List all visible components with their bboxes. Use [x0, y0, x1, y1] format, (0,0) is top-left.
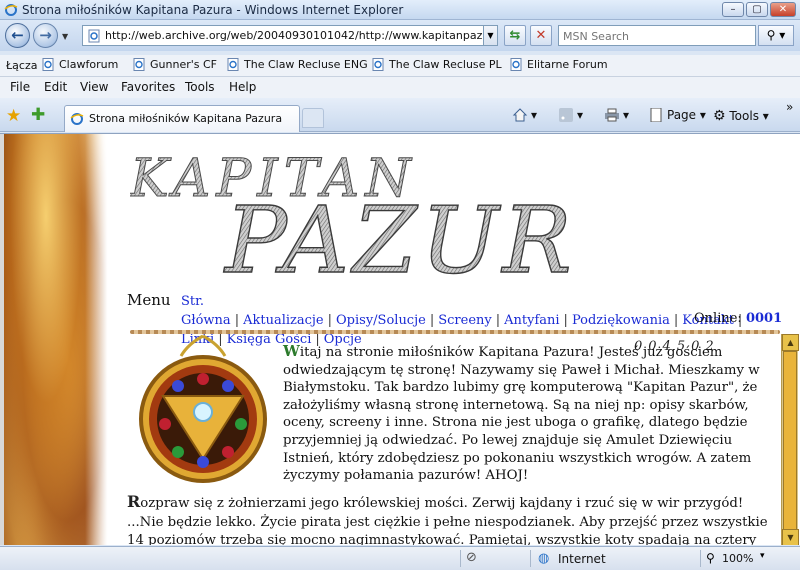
- scroll-up-icon[interactable]: ▲: [782, 334, 799, 351]
- link-claw-recluse-pl[interactable]: The Claw Recluse PL: [372, 58, 502, 75]
- feeds-button[interactable]: ▾: [558, 108, 583, 122]
- back-button[interactable]: ←: [5, 23, 30, 48]
- links-label: Łącza: [6, 59, 38, 72]
- intro-paragraph: Rozpraw się z żołnierzami jego królewski…: [127, 492, 783, 545]
- security-zone: Internet: [558, 552, 606, 566]
- page-ie-icon: [372, 58, 384, 71]
- globe-icon: ◍: [538, 551, 550, 566]
- rss-feed-icon: [559, 108, 573, 122]
- link-gunners-cf[interactable]: Gunner's CF: [133, 58, 217, 75]
- tab-command-bar: ★ ✚ Strona miłośników Kapitana Pazura ▾ …: [0, 98, 800, 132]
- address-bar-row: ← → ▼ ▼ ⇆ ✕ ⚲ ▾: [0, 20, 800, 51]
- address-box[interactable]: ▼: [82, 25, 498, 46]
- zoom-level[interactable]: 100%: [722, 552, 753, 565]
- search-icon: ⚲ ▾: [766, 28, 786, 42]
- intro-text: ozpraw się z żołnierzami jego królewskie…: [127, 496, 768, 545]
- menu-help[interactable]: Help: [229, 80, 256, 94]
- stop-icon: ✕: [535, 28, 547, 43]
- logo-line-pazur: PAZUR: [223, 187, 576, 289]
- menu-view[interactable]: View: [80, 80, 108, 94]
- site-logo: KAPITAN PAZUR: [130, 149, 576, 290]
- content-scrollbar[interactable]: ▲ ▼: [781, 334, 799, 545]
- nav-antyfani[interactable]: Antyfani: [504, 313, 559, 328]
- menu-edit[interactable]: Edit: [44, 80, 67, 94]
- page-ie-icon: [42, 58, 54, 71]
- minimize-button[interactable]: –: [722, 2, 744, 17]
- close-button[interactable]: ✕: [770, 2, 796, 17]
- tab-active[interactable]: Strona miłośników Kapitana Pazura: [64, 105, 300, 132]
- search-box[interactable]: [558, 25, 756, 46]
- welcome-initial: W: [283, 342, 300, 360]
- nav-aktualizacje[interactable]: Aktualizacje: [243, 313, 324, 328]
- favorites-star-icon[interactable]: ★: [6, 106, 21, 126]
- print-button[interactable]: ▾: [604, 108, 629, 122]
- recent-pages-dropdown-icon[interactable]: ▼: [62, 32, 68, 41]
- page-ie-icon: [88, 29, 100, 43]
- forward-button[interactable]: →: [33, 23, 58, 48]
- map-fade-edge: [85, 134, 113, 545]
- scroll-thumb[interactable]: [783, 351, 797, 545]
- intro-initial: R: [127, 492, 141, 511]
- url-input[interactable]: [105, 27, 483, 44]
- status-bar: ⊘ ◍ Internet ⚲ 100% ▾: [0, 546, 800, 570]
- refresh-icon: ⇆: [509, 28, 521, 43]
- menu-tools[interactable]: Tools: [185, 80, 215, 94]
- nav-str-glowna[interactable]: Str. Główna: [181, 294, 231, 328]
- welcome-text: itaj na stronie miłośników Kapitana Pazu…: [283, 345, 760, 484]
- title-bar: Strona miłośników Kapitana Pazura - Wind…: [0, 0, 800, 20]
- menu-bar: File Edit View Favorites Tools Help: [0, 77, 800, 98]
- window-title: Strona miłośników Kapitana Pazura - Wind…: [22, 3, 404, 17]
- nav-podziekowania[interactable]: Podziękowania: [572, 313, 670, 328]
- printer-icon: [605, 108, 619, 122]
- forward-arrow-icon: →: [39, 26, 52, 44]
- link-clawforum[interactable]: Clawforum: [42, 58, 118, 75]
- page-icon: [650, 108, 662, 122]
- menu-favorites[interactable]: Favorites: [121, 80, 175, 94]
- page-ie-icon: [227, 58, 239, 71]
- site-menu-label: Menu: [127, 291, 171, 309]
- amulet-image: [139, 334, 267, 483]
- nav-screeny[interactable]: Screeny: [438, 313, 492, 328]
- internet-explorer-icon: [4, 4, 18, 16]
- maximize-button[interactable]: ▢: [746, 2, 768, 17]
- gear-icon: ⚙: [713, 108, 726, 124]
- stop-button[interactable]: ✕: [530, 25, 552, 46]
- welcome-paragraph: Witaj na stronie miłośników Kapitana Paz…: [283, 342, 781, 485]
- zoom-dropdown-icon[interactable]: ▾: [760, 551, 765, 561]
- link-claw-recluse-eng[interactable]: The Claw Recluse ENG: [227, 58, 368, 75]
- online-count: 0001: [745, 311, 783, 326]
- home-button[interactable]: ▾: [512, 108, 537, 122]
- page-ie-icon: [133, 58, 145, 71]
- add-favorite-icon[interactable]: ✚: [31, 105, 45, 125]
- tab-label: Strona miłośników Kapitana Pazura: [89, 112, 283, 125]
- home-icon: [512, 108, 528, 122]
- links-bar: Łącza Clawforum Gunner's CF The Claw Rec…: [0, 55, 800, 77]
- back-arrow-icon: ←: [11, 26, 24, 44]
- zoom-magnifier-icon: ⚲: [706, 551, 715, 565]
- new-tab-button[interactable]: [302, 108, 324, 128]
- scroll-down-icon[interactable]: ▼: [782, 529, 799, 545]
- address-dropdown-icon[interactable]: ▼: [483, 26, 497, 45]
- tools-menu[interactable]: ⚙ Tools ▾: [713, 108, 769, 124]
- search-button[interactable]: ⚲ ▾: [758, 25, 794, 46]
- page-ie-icon: [70, 113, 84, 125]
- page-viewport: KAPITAN PAZUR Menu Str. Główna | Aktualiza…: [0, 133, 800, 545]
- online-counter: Online: 0001: [694, 311, 783, 326]
- refresh-button[interactable]: ⇆: [504, 25, 526, 46]
- popup-blocker-icon[interactable]: ⊘: [466, 550, 477, 565]
- nav-opisy-solucje[interactable]: Opisy/Solucje: [336, 313, 426, 328]
- search-input[interactable]: [563, 28, 751, 44]
- page-menu[interactable]: Page ▾: [648, 108, 706, 122]
- more-commands-chevron-icon[interactable]: »: [786, 100, 793, 114]
- link-elitarne-forum[interactable]: Elitarne Forum: [510, 58, 608, 75]
- menu-file[interactable]: File: [10, 80, 30, 94]
- page-ie-icon: [510, 58, 522, 71]
